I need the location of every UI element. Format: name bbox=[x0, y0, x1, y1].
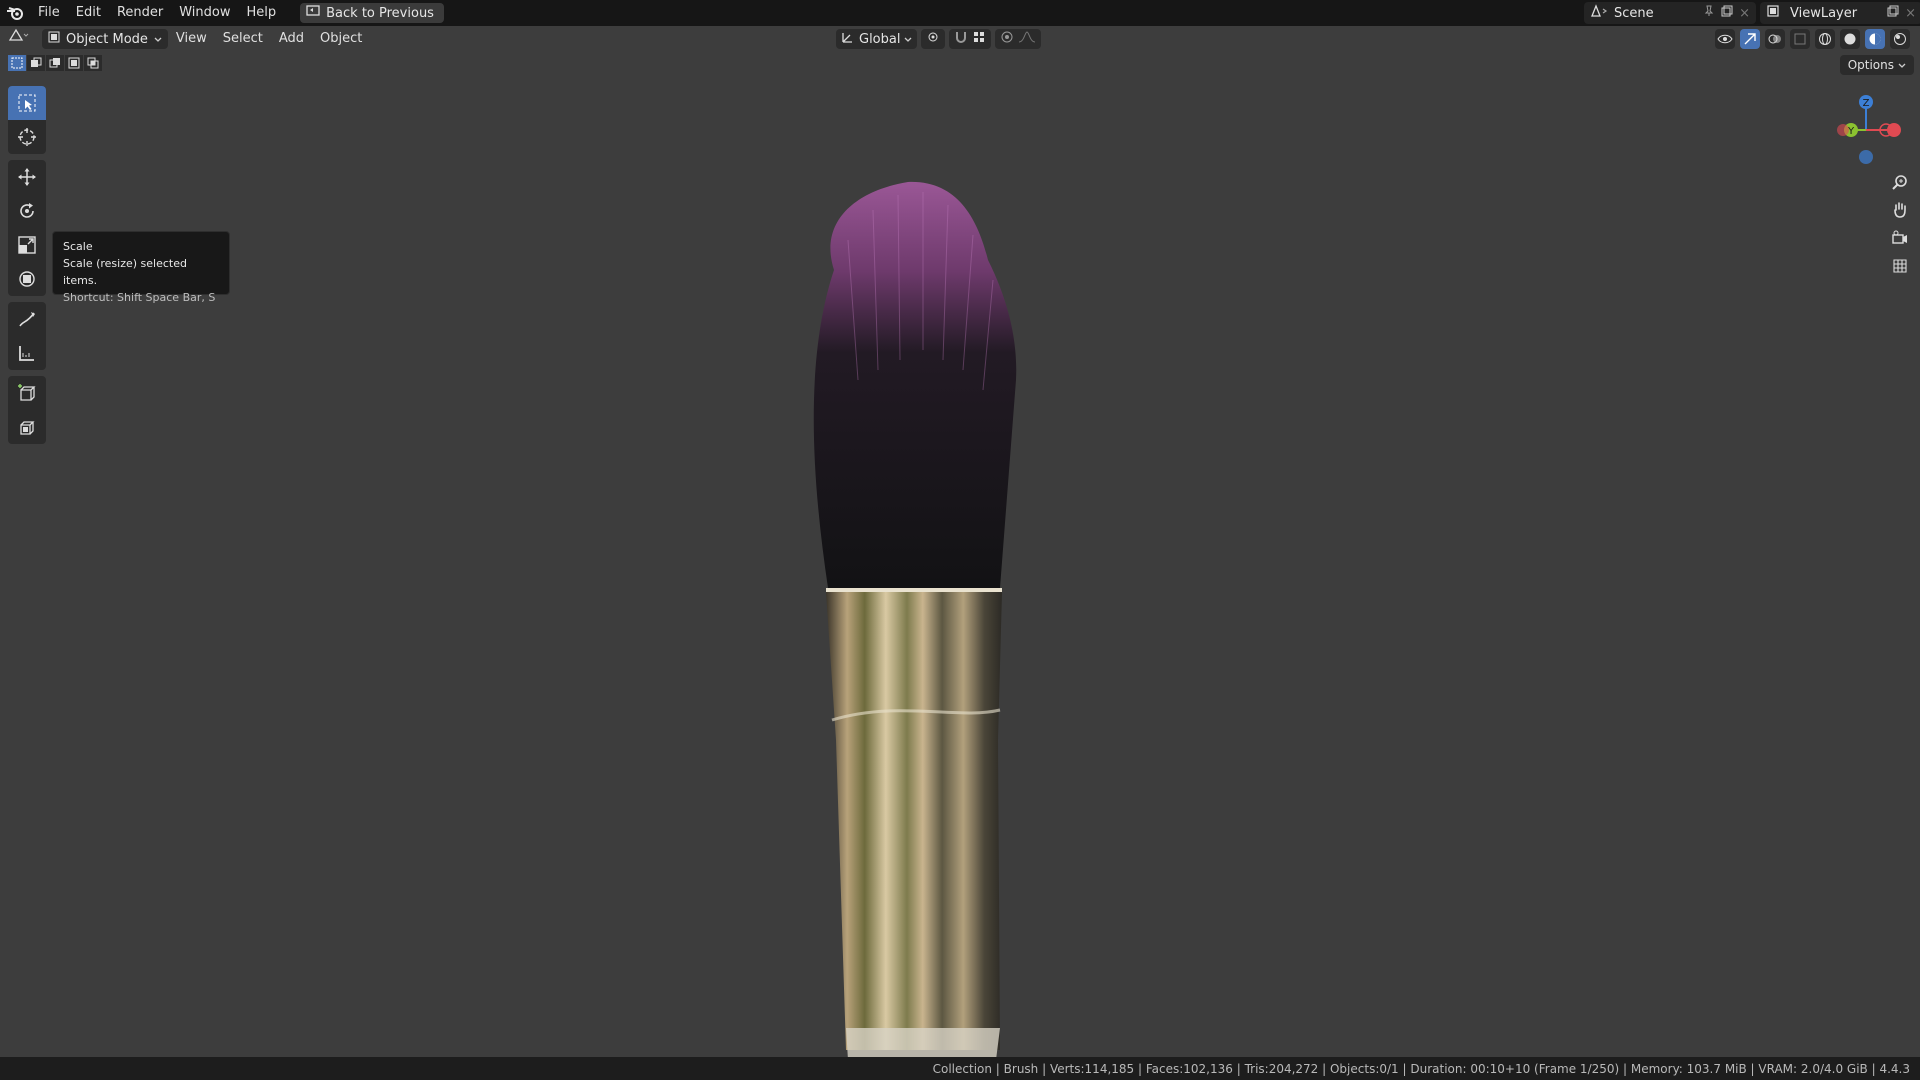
object-mode-icon bbox=[48, 31, 60, 47]
menu-select[interactable]: Select bbox=[215, 26, 271, 52]
scene-selector[interactable]: Scene × bbox=[1584, 2, 1756, 24]
tool-select-box[interactable] bbox=[8, 86, 46, 120]
scale-tooltip: Scale Scale (resize) selected items. Sho… bbox=[52, 231, 230, 304]
proportional-icon bbox=[1000, 30, 1014, 48]
menu-add[interactable]: Add bbox=[271, 26, 312, 52]
screen-icon bbox=[306, 5, 320, 21]
object-mode-dropdown[interactable]: Object Mode bbox=[42, 29, 168, 49]
pivot-icon bbox=[926, 30, 940, 48]
view-layer-selector[interactable]: ViewLayer × bbox=[1760, 2, 1920, 24]
chevron-down-icon bbox=[904, 32, 912, 47]
editor-type-button[interactable] bbox=[0, 26, 38, 52]
transform-orientation-dropdown[interactable]: Global bbox=[836, 29, 918, 49]
select-new-button[interactable] bbox=[8, 55, 26, 71]
select-extend-button[interactable] bbox=[27, 55, 45, 71]
menu-view[interactable]: View bbox=[168, 26, 215, 52]
menu-edit[interactable]: Edit bbox=[68, 0, 109, 26]
viewport-right-header bbox=[1715, 29, 1910, 49]
material-preview-shading-button[interactable] bbox=[1865, 29, 1885, 49]
selection-mode-buttons bbox=[8, 55, 102, 71]
viewport-navigation bbox=[1888, 168, 1912, 280]
menu-file[interactable]: File bbox=[30, 0, 68, 26]
solid-shading-button[interactable] bbox=[1840, 29, 1860, 49]
perspective-toggle-icon[interactable] bbox=[1888, 252, 1912, 280]
view-layer-name[interactable]: ViewLayer bbox=[1790, 6, 1857, 21]
options-label: Options bbox=[1847, 58, 1894, 72]
3d-viewport[interactable]: Object Mode View Select Add Object Globa… bbox=[0, 26, 1920, 1057]
tool-cursor[interactable] bbox=[8, 120, 46, 154]
tool-measure[interactable] bbox=[8, 336, 46, 370]
tool-group-transform bbox=[8, 160, 46, 296]
back-to-previous-button[interactable]: Back to Previous bbox=[300, 3, 444, 23]
menu-object[interactable]: Object bbox=[312, 26, 370, 52]
snap-toggle[interactable] bbox=[949, 29, 992, 49]
tooltip-description: Scale (resize) selected items. bbox=[63, 257, 187, 287]
orientation-icon bbox=[841, 30, 855, 48]
tool-group-select bbox=[8, 86, 46, 154]
tooltip-title: Scale bbox=[63, 240, 93, 253]
tool-scale[interactable] bbox=[8, 228, 46, 262]
visibility-dropdown[interactable] bbox=[1715, 29, 1735, 49]
scene-statistics: Collection | Brush | Verts:114,185 | Fac… bbox=[932, 1061, 1910, 1076]
status-bar: Collection | Brush | Verts:114,185 | Fac… bbox=[0, 1057, 1920, 1080]
top-menubar: File Edit Render Window Help Back to Pre… bbox=[0, 0, 1920, 26]
tool-group-annotate bbox=[8, 302, 46, 370]
chevron-down-icon bbox=[1898, 58, 1906, 72]
negative-z-axis-handle[interactable] bbox=[1859, 150, 1873, 164]
blender-logo-icon[interactable] bbox=[0, 0, 30, 26]
menu-help[interactable]: Help bbox=[239, 0, 285, 26]
scene-name[interactable]: Scene bbox=[1614, 6, 1654, 21]
gizmo-toggle[interactable] bbox=[1740, 29, 1760, 49]
falloff-icon bbox=[1018, 30, 1036, 48]
pivot-point-dropdown[interactable] bbox=[921, 29, 946, 49]
pin-icon[interactable] bbox=[1703, 5, 1715, 21]
navigation-gizmo[interactable]: Z Y bbox=[1826, 82, 1906, 172]
tool-move[interactable] bbox=[8, 160, 46, 194]
tool-rotate[interactable] bbox=[8, 194, 46, 228]
object-mode-label: Object Mode bbox=[66, 31, 148, 47]
overlays-toggle[interactable] bbox=[1765, 29, 1785, 49]
scene-icon bbox=[1590, 4, 1608, 22]
options-dropdown[interactable]: Options bbox=[1839, 55, 1914, 75]
camera-view-icon[interactable] bbox=[1888, 224, 1912, 252]
select-invert-button[interactable] bbox=[65, 55, 83, 71]
chevron-down-icon bbox=[154, 32, 162, 47]
snap-grid-icon bbox=[972, 30, 986, 48]
rendered-shading-button[interactable] bbox=[1890, 29, 1910, 49]
tool-group-add bbox=[8, 376, 46, 444]
select-intersect-button[interactable] bbox=[84, 55, 102, 71]
back-to-previous-label: Back to Previous bbox=[326, 5, 434, 21]
new-view-layer-icon[interactable] bbox=[1887, 5, 1899, 21]
tool-shelf bbox=[8, 86, 46, 450]
pan-hand-icon[interactable] bbox=[1888, 196, 1912, 224]
brush-model bbox=[813, 181, 1017, 1057]
view-layer-icon bbox=[1766, 4, 1784, 22]
transform-controls: Global bbox=[836, 29, 1042, 49]
delete-view-layer-icon[interactable]: × bbox=[1905, 6, 1916, 21]
wireframe-shading-button[interactable] bbox=[1815, 29, 1835, 49]
menu-render[interactable]: Render bbox=[109, 0, 171, 26]
xray-toggle[interactable] bbox=[1790, 29, 1810, 49]
tooltip-shortcut: Shortcut: Shift Space Bar, S bbox=[63, 291, 216, 304]
menu-window[interactable]: Window bbox=[171, 0, 238, 26]
tool-transform[interactable] bbox=[8, 262, 46, 296]
tool-annotate[interactable] bbox=[8, 302, 46, 336]
z-axis-label: Z bbox=[1863, 98, 1870, 109]
negative-y-axis-handle[interactable] bbox=[1837, 124, 1849, 136]
new-scene-icon[interactable] bbox=[1721, 5, 1733, 21]
proportional-editing-toggle[interactable] bbox=[995, 29, 1042, 49]
zoom-icon[interactable] bbox=[1888, 168, 1912, 196]
tool-add-cube[interactable] bbox=[8, 376, 46, 410]
transform-orientation-label: Global bbox=[859, 31, 901, 47]
select-subtract-button[interactable] bbox=[46, 55, 64, 71]
tool-extrude[interactable] bbox=[8, 410, 46, 444]
magnet-icon bbox=[954, 30, 968, 48]
delete-scene-icon[interactable]: × bbox=[1739, 6, 1750, 21]
